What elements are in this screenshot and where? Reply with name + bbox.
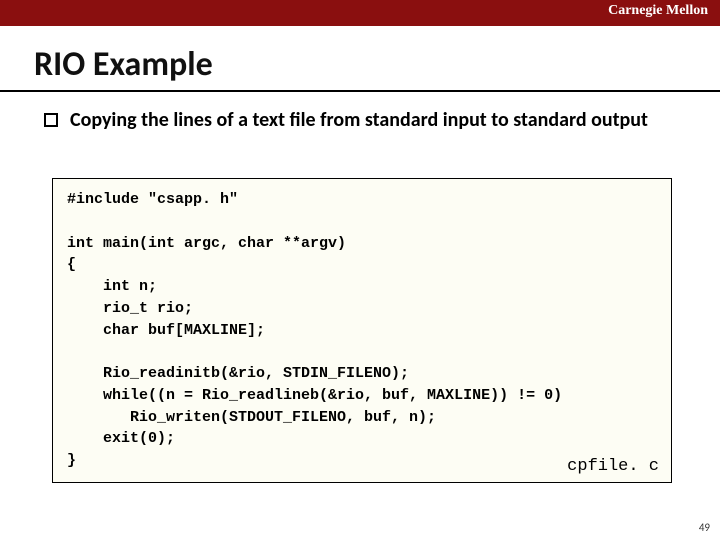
slide: Carnegie Mellon RIO Example Copying the … xyxy=(0,0,720,540)
code-block: #include "csapp. h" int main(int argc, c… xyxy=(52,178,672,483)
square-bullet-icon xyxy=(44,113,58,127)
header-bar: Carnegie Mellon xyxy=(0,0,720,26)
slide-title: RIO Example xyxy=(34,44,213,85)
bullet-text: Copying the lines of a text file from st… xyxy=(70,108,648,133)
brand-label: Carnegie Mellon xyxy=(608,3,708,19)
page-number: 49 xyxy=(699,521,710,534)
title-divider xyxy=(0,90,720,92)
bullet-item: Copying the lines of a text file from st… xyxy=(44,108,680,133)
file-name-label: cpfile. c xyxy=(567,457,659,476)
code-content: #include "csapp. h" int main(int argc, c… xyxy=(67,189,657,472)
